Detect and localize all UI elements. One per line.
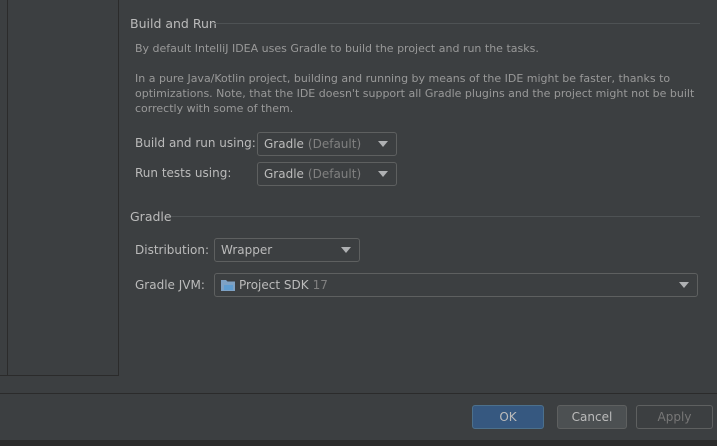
- cancel-button[interactable]: Cancel: [557, 405, 627, 429]
- gradle-jvm-label: Gradle JVM:: [135, 278, 205, 292]
- run-tests-using-label: Run tests using:: [135, 166, 232, 180]
- gradle-jvm-version: 17: [312, 278, 328, 292]
- chevron-down-icon: [679, 282, 689, 288]
- note-line-2: optimizations. Note, that the IDE doesn'…: [135, 87, 695, 100]
- chevron-down-icon: [378, 141, 388, 147]
- chevron-down-icon: [378, 171, 388, 177]
- build-and-run-title: Build and Run: [130, 16, 217, 31]
- apply-button[interactable]: Apply: [636, 405, 713, 429]
- gradle-title: Gradle: [130, 209, 172, 224]
- chevron-down-icon: [341, 247, 351, 253]
- gradle-jvm-value: Project SDK: [239, 278, 309, 292]
- footer-separator: [0, 393, 717, 394]
- settings-tree-panel: [0, 0, 119, 376]
- ok-button[interactable]: OK: [472, 405, 544, 429]
- run-tests-using-select[interactable]: Gradle (Default): [257, 162, 397, 186]
- note-line-3: correctly with some of them.: [135, 102, 294, 115]
- gradle-jvm-select[interactable]: Project SDK 17: [214, 273, 698, 297]
- bottom-bar: [0, 440, 717, 446]
- folder-icon: [221, 279, 235, 291]
- gradle-separator: [171, 216, 700, 217]
- build-and-run-using-select[interactable]: Gradle (Default): [257, 132, 397, 156]
- run-tests-using-default: (Default): [307, 167, 362, 181]
- build-and-run-using-label: Build and run using:: [135, 136, 256, 150]
- build-and-run-description: By default IntelliJ IDEA uses Gradle to …: [135, 42, 539, 55]
- distribution-value: Wrapper: [221, 243, 273, 257]
- distribution-select[interactable]: Wrapper: [214, 238, 360, 262]
- build-and-run-using-default: (Default): [307, 137, 362, 151]
- build-and-run-note: In a pure Java/Kotlin project, building …: [135, 71, 695, 116]
- note-line-1: In a pure Java/Kotlin project, building …: [135, 72, 671, 85]
- build-and-run-using-value: Gradle: [264, 137, 304, 151]
- distribution-label: Distribution:: [135, 243, 210, 257]
- build-and-run-separator: [212, 23, 700, 24]
- run-tests-using-value: Gradle: [264, 167, 304, 181]
